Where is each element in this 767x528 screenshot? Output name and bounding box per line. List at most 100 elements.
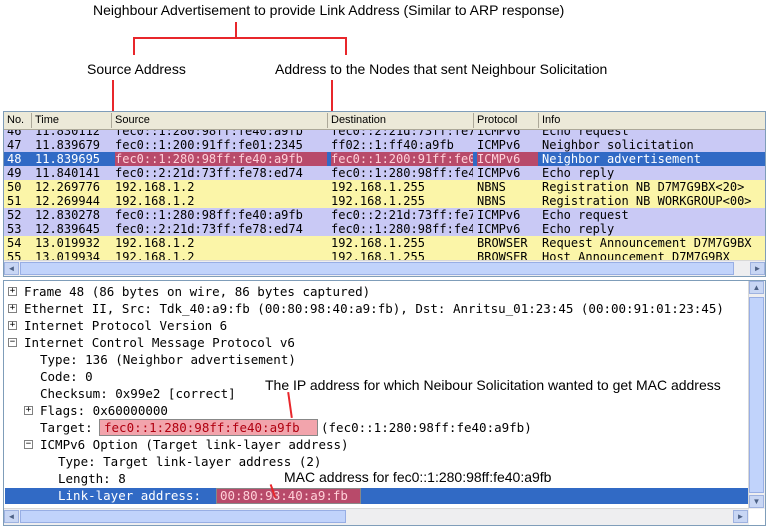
detail-ethernet[interactable]: Ethernet II, Src: Tdk_40:a9:fb (00:80:98… [24,300,724,317]
cell-proto: NBNS [477,194,506,208]
scroll-down-icon[interactable]: ▼ [749,495,764,508]
cell-src: 192.168.1.2 [115,194,195,208]
detail-ipv6[interactable]: Internet Protocol Version 6 [24,317,227,334]
details-vscroll[interactable]: ▲ ▼ [748,281,765,509]
cell-src: fec0::1:280:98ff:fe40:a9fb [115,130,303,138]
cell-info: Echo reply [542,222,615,236]
cell-dst: 192.168.1.255 [331,180,425,194]
scroll-thumb[interactable] [20,262,734,275]
cell-proto: ICMPv6 [477,166,521,180]
detail-length[interactable]: Length: 8 [58,470,126,487]
cell-dst: fec0::1:200:91ff:fe01:2345 [331,152,473,166]
detail-option[interactable]: ICMPv6 Option (Target link-layer address… [40,436,349,453]
table-row[interactable]: 46 11.830112 fec0::1:280:98ff:fe40:a9fb fec… [4,130,765,138]
cell-info: Registration NB D7M7G9BX<20> [542,180,745,194]
cell-no: 48 [7,152,22,166]
cell-dst: fec0::1:280:98ff:fe40:a9fb [331,222,473,236]
cell-time: 12.269944 [35,194,101,208]
annotation-line [345,37,347,55]
scroll-right-icon[interactable]: ► [750,262,765,275]
cell-info: Echo request [542,130,629,138]
detail-icmpv6[interactable]: Internet Control Message Protocol v6 [24,334,295,351]
detail-code[interactable]: Code: 0 [40,368,93,385]
annotation-line [133,37,347,39]
annotation-dest: Address to the Nodes that sent Neighbour… [275,61,608,77]
detail-checksum[interactable]: Checksum: 0x99e2 [correct] [40,385,236,402]
col-destination[interactable]: Destination [331,114,386,126]
scroll-left-icon[interactable]: ◄ [4,262,19,275]
cell-no: 53 [7,222,22,236]
scroll-thumb[interactable] [20,510,346,523]
cell-src: 192.168.1.2 [115,250,195,260]
table-row[interactable]: 47 11.839679 fec0::1:200:91ff:fe01:2345 ff0… [4,138,765,152]
table-row[interactable]: 55 13.019934 192.168.1.2 192.168.1.255 BROWS… [4,250,765,260]
cell-src: fec0::1:200:91ff:fe01:2345 [115,138,303,152]
detail-target-label[interactable]: Target: [40,419,93,436]
cell-no: 51 [7,194,22,208]
cell-proto: ICMPv6 [477,130,521,138]
table-row[interactable]: 52 12.830278 fec0::1:280:98ff:fe40:a9fb fec… [4,208,765,222]
cell-info: Registration NB WORKGROUP<00> [542,194,752,208]
table-row[interactable]: 49 11.840141 fec0::2:21d:73ff:fe78:ed74 fec… [4,166,765,180]
expand-icon[interactable]: + [24,406,33,415]
cell-dst: 192.168.1.255 [331,236,425,250]
cell-proto: ICMPv6 [477,138,521,152]
cell-no: 50 [7,180,22,194]
detail-frame[interactable]: Frame 48 (86 bytes on wire, 86 bytes cap… [24,283,370,300]
cell-no: 52 [7,208,22,222]
cell-time: 13.019934 [35,250,101,260]
cell-time: 13.019932 [35,236,101,250]
cell-src: fec0::2:21d:73ff:fe78:ed74 [115,166,303,180]
details-hscroll[interactable]: ◄ ► [4,508,749,525]
cell-proto: BROWSER [477,250,528,260]
packet-list[interactable]: No. Time Source Destination Protocol Inf… [3,111,766,277]
scroll-thumb[interactable] [749,297,764,493]
cell-no: 49 [7,166,22,180]
cell-proto: BROWSER [477,236,528,250]
expand-icon[interactable]: + [8,287,17,296]
detail-lla-label[interactable]: Link-layer address: [58,487,201,504]
cell-time: 12.830278 [35,208,101,222]
table-row[interactable]: 54 13.019932 192.168.1.2 192.168.1.255 BROWS… [4,236,765,250]
cell-dst: 192.168.1.255 [331,194,425,208]
cell-no: 46 [7,130,22,138]
col-time[interactable]: Time [35,114,59,126]
scroll-left-icon[interactable]: ◄ [4,510,19,523]
cell-time: 11.840141 [35,166,101,180]
detail-target-paren[interactable]: (fec0::1:280:98ff:fe40:a9fb) [321,419,532,436]
cell-time: 11.839695 [35,152,101,166]
scroll-right-icon[interactable]: ► [733,510,748,523]
cell-time: 11.830112 [35,130,101,138]
col-info[interactable]: Info [542,114,560,126]
col-no[interactable]: No. [7,114,24,126]
table-row[interactable]: 48 11.839695 fec0::1:280:98ff:fe40:a9fb fec… [4,152,765,166]
cell-src: 192.168.1.2 [115,180,195,194]
col-protocol[interactable]: Protocol [477,114,517,126]
expand-icon[interactable]: + [8,304,17,313]
detail-opt-type[interactable]: Type: Target link-layer address (2) [58,453,321,470]
cell-src: 192.168.1.2 [115,236,195,250]
table-row[interactable]: 50 12.269776 192.168.1.2 192.168.1.255 NBNS R… [4,180,765,194]
detail-target-ip[interactable]: fec0::1:280:98ff:fe40:a9fb [104,419,300,436]
table-row[interactable]: 53 12.839645 fec0::2:21d:73ff:fe78:ed74 fec… [4,222,765,236]
cell-time: 12.839645 [35,222,101,236]
scroll-up-icon[interactable]: ▲ [749,281,764,294]
detail-type[interactable]: Type: 136 (Neighbor advertisement) [40,351,296,368]
annotation-target-ip: The IP address for which Neibour Solicit… [265,377,721,393]
col-source[interactable]: Source [115,114,150,126]
detail-lla-value[interactable]: 00:80:98:40:a9:fb [220,487,348,504]
cell-dst: 192.168.1.255 [331,250,425,260]
packet-details[interactable]: + Frame 48 (86 bytes on wire, 86 bytes c… [3,280,766,526]
annotation-mac-for: MAC address for fec0::1:280:98ff:fe40:a9… [284,469,552,485]
cell-dst: fec0::1:280:98ff:fe40:a9fb [331,166,473,180]
packet-list-hscroll[interactable]: ◄ ► [4,260,765,276]
collapse-icon[interactable]: − [8,338,17,347]
cell-proto: NBNS [477,180,506,194]
detail-flags[interactable]: Flags: 0x60000000 [40,402,168,419]
cell-src: fec0::1:280:98ff:fe40:a9fb [115,152,327,166]
collapse-icon[interactable]: − [24,440,33,449]
cell-proto: ICMPv6 [477,208,521,222]
expand-icon[interactable]: + [8,321,17,330]
table-row[interactable]: 51 12.269944 192.168.1.2 192.168.1.255 NBNS R… [4,194,765,208]
cell-info: Echo request [542,208,629,222]
